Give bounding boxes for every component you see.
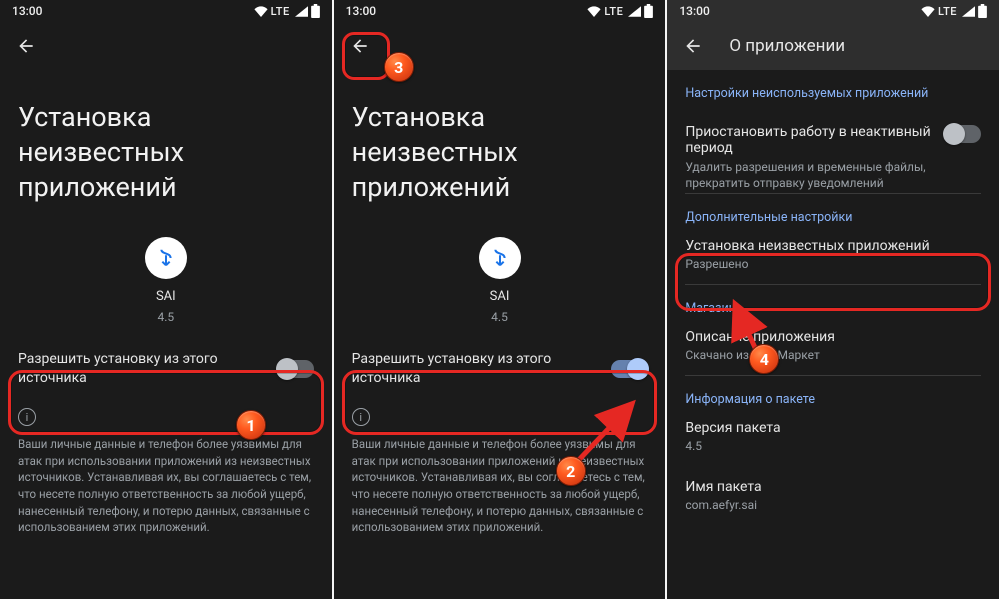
page-title: Установка неизвестных приложений	[334, 70, 666, 225]
app-desc-title: Описание приложения	[685, 329, 981, 345]
arrow-back-icon	[350, 36, 370, 56]
section-pkg-info: Информация о пакете	[685, 376, 981, 407]
status-time: 13:00	[679, 4, 709, 18]
status-bar: 13:00 LTE	[667, 0, 999, 22]
lte-label: LTE	[604, 5, 623, 18]
signal-icon	[628, 6, 641, 17]
pkg-version-title: Версия пакета	[685, 420, 981, 436]
row-pkg-name: Имя пакета com.aefyr.sai	[685, 466, 981, 525]
app-name: SAI	[156, 289, 176, 304]
app-icon	[479, 237, 521, 279]
pause-toggle[interactable]	[945, 125, 981, 143]
panel-3: 13:00 LTE О приложении Настройки неиспол…	[667, 0, 999, 599]
toolbar-title: О приложении	[729, 36, 845, 56]
status-indicators: LTE	[254, 4, 320, 18]
arrow-back-icon	[683, 36, 703, 56]
panel-2: 13:00 LTE Установка неизвестных приложен…	[334, 0, 666, 599]
info-icon: i	[18, 408, 36, 426]
pkg-name-sub: com.aefyr.sai	[685, 498, 981, 512]
disclaimer-text: Ваши личные данные и телефон более уязви…	[334, 426, 666, 554]
toolbar	[334, 22, 666, 70]
back-button[interactable]	[348, 34, 372, 58]
pkg-version-sub: 4.5	[685, 439, 981, 453]
app-desc-sub: Скачано из Play Маркет	[685, 348, 981, 362]
wifi-icon	[587, 6, 601, 17]
allow-install-row[interactable]: Разрешить установку из этого источника	[0, 336, 332, 402]
page-title: Установка неизвестных приложений	[0, 70, 332, 225]
allow-install-label: Разрешить установку из этого источника	[352, 350, 592, 388]
status-time: 13:00	[346, 4, 376, 18]
disclaimer-text: Ваши личные данные и телефон более уязви…	[0, 426, 332, 554]
lte-label: LTE	[271, 5, 290, 18]
pkg-name-title: Имя пакета	[685, 479, 981, 495]
app-summary: SAI 4.5	[334, 225, 666, 336]
status-time: 13:00	[12, 4, 42, 18]
pause-row[interactable]: Приостановить работу в неактивный период…	[685, 101, 981, 193]
wifi-icon	[254, 6, 268, 17]
status-indicators: LTE	[921, 4, 987, 18]
row-pkg-version: Версия пакета 4.5	[685, 407, 981, 466]
app-name: SAI	[490, 289, 510, 304]
toolbar: О приложении	[667, 22, 999, 70]
install-unknown-title: Установка неизвестных приложений	[685, 238, 981, 254]
status-bar: 13:00 LTE	[0, 0, 332, 22]
allow-install-toggle[interactable]	[278, 360, 314, 378]
row-app-desc[interactable]: Описание приложения Скачано из Play Марк…	[685, 316, 981, 375]
section-unused-apps: Настройки неиспользуемых приложений	[685, 70, 981, 101]
app-summary: SAI 4.5	[0, 225, 332, 336]
row-install-unknown[interactable]: Установка неизвестных приложений Разреше…	[685, 225, 981, 284]
app-icon	[145, 237, 187, 279]
back-button[interactable]	[14, 34, 38, 58]
pause-sub: Удалить разрешения и временные файлы, пр…	[685, 159, 933, 191]
section-store: Магазин	[685, 285, 981, 316]
allow-install-row[interactable]: Разрешить установку из этого источника	[334, 336, 666, 402]
allow-install-toggle[interactable]	[611, 360, 647, 378]
back-button[interactable]	[681, 34, 705, 58]
install-unknown-sub: Разрешено	[685, 257, 981, 271]
status-bar: 13:00 LTE	[334, 0, 666, 22]
battery-icon	[644, 4, 653, 18]
battery-icon	[311, 4, 320, 18]
signal-icon	[295, 6, 308, 17]
app-version: 4.5	[491, 310, 508, 324]
wifi-icon	[921, 6, 935, 17]
battery-icon	[978, 4, 987, 18]
app-version: 4.5	[158, 310, 175, 324]
lte-label: LTE	[938, 5, 957, 18]
allow-install-label: Разрешить установку из этого источника	[18, 350, 258, 388]
panel-1: 13:00 LTE Установка неизвестных приложен…	[0, 0, 332, 599]
arrow-back-icon	[16, 36, 36, 56]
pause-title: Приостановить работу в неактивный период	[685, 124, 933, 156]
info-icon: i	[352, 408, 370, 426]
status-indicators: LTE	[587, 4, 653, 18]
toolbar	[0, 22, 332, 70]
section-extra: Дополнительные настройки	[685, 194, 981, 225]
signal-icon	[962, 6, 975, 17]
